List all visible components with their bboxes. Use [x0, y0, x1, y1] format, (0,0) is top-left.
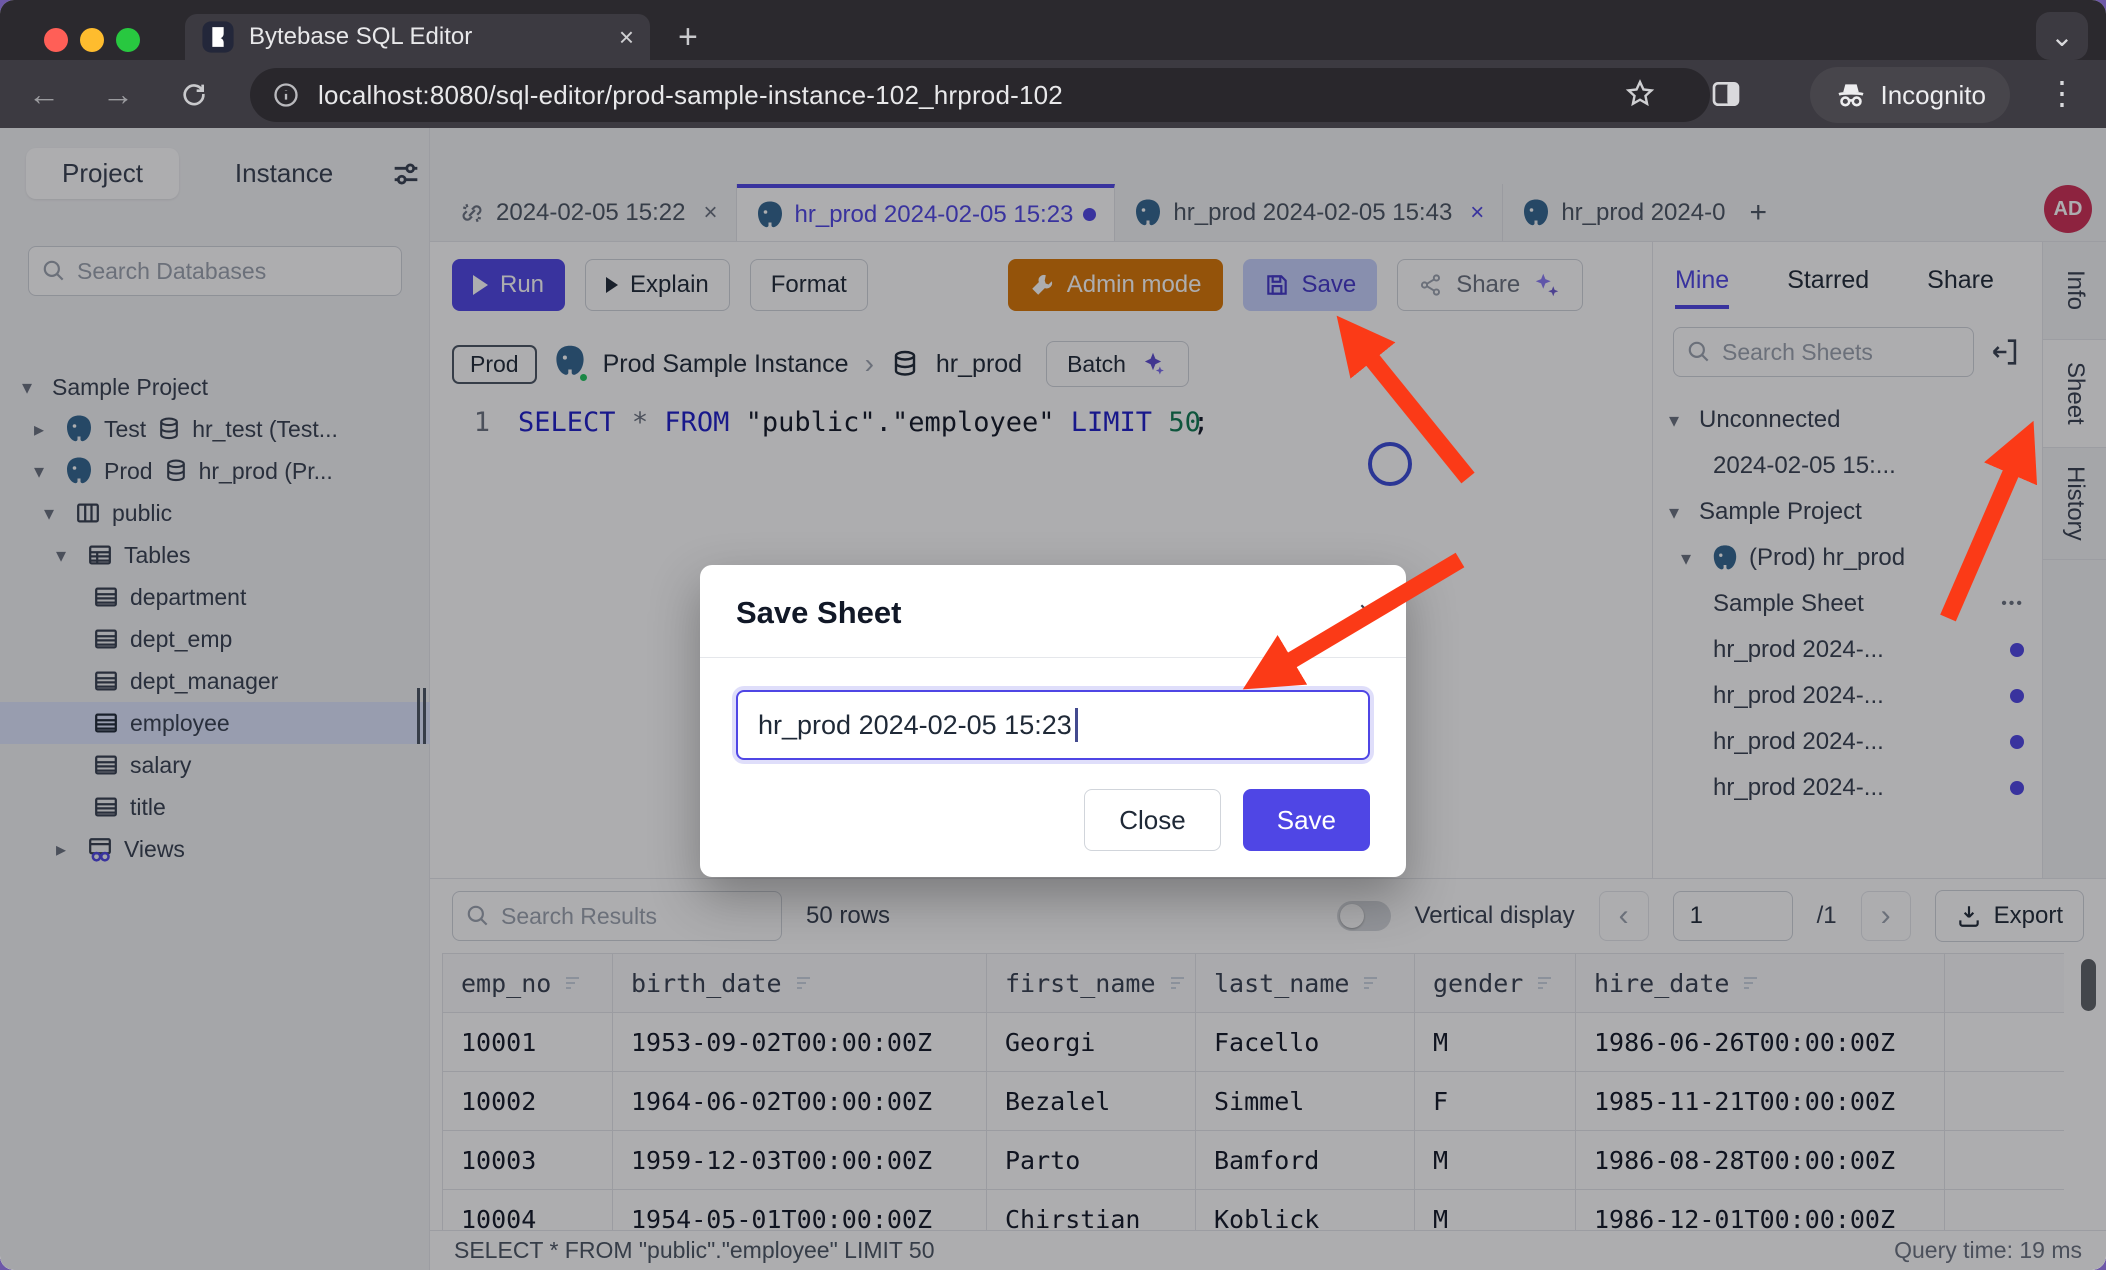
- browser-tab-title: Bytebase SQL Editor: [249, 23, 605, 51]
- forward-icon[interactable]: →: [102, 76, 134, 113]
- browser-chrome: Bytebase SQL Editor × + ⌄ ← → localhost:…: [0, 0, 2106, 128]
- bytebase-favicon: [201, 20, 235, 54]
- browser-window: Bytebase SQL Editor × + ⌄ ← → localhost:…: [0, 0, 2106, 1270]
- address-bar[interactable]: localhost:8080/sql-editor/prod-sample-in…: [250, 68, 1710, 122]
- window-zoom-button[interactable]: [116, 28, 140, 52]
- dialog-title: Save Sheet: [736, 595, 1370, 631]
- window-close-button[interactable]: [44, 28, 68, 52]
- tab-close-icon[interactable]: ×: [619, 22, 634, 53]
- side-panel-icon[interactable]: [1710, 78, 1742, 110]
- browser-menu-icon[interactable]: ⋮: [2046, 74, 2078, 112]
- sheet-name-input[interactable]: hr_prod 2024-02-05 15:23: [736, 690, 1370, 760]
- bookmark-star-icon[interactable]: [1624, 78, 1656, 110]
- incognito-label: Incognito: [1880, 80, 1986, 111]
- incognito-badge: Incognito: [1810, 67, 2010, 123]
- browser-toolbar: ← → localhost:8080/sql-editor/prod-sampl…: [0, 60, 2106, 128]
- url-text: localhost:8080/sql-editor/prod-sample-in…: [318, 80, 1063, 111]
- back-icon[interactable]: ←: [28, 76, 60, 113]
- dialog-save-button[interactable]: Save: [1243, 789, 1370, 851]
- tab-search-button[interactable]: ⌄: [2036, 12, 2088, 60]
- dialog-divider: [700, 657, 1406, 658]
- reload-icon[interactable]: [178, 78, 210, 110]
- chevron-down-icon: ⌄: [2050, 20, 2073, 53]
- dialog-close-button[interactable]: Close: [1084, 789, 1220, 851]
- dialog-close-icon[interactable]: ×: [1358, 595, 1376, 629]
- save-sheet-dialog: Save Sheet × hr_prod 2024-02-05 15:23 Cl…: [700, 565, 1406, 877]
- new-tab-button[interactable]: +: [678, 18, 698, 57]
- site-info-icon[interactable]: [272, 81, 300, 109]
- browser-tab[interactable]: Bytebase SQL Editor ×: [185, 14, 650, 60]
- sheet-name-value: hr_prod 2024-02-05 15:23: [758, 710, 1072, 741]
- text-cursor: [1075, 708, 1078, 742]
- incognito-icon: [1834, 78, 1868, 112]
- window-minimize-button[interactable]: [80, 28, 104, 52]
